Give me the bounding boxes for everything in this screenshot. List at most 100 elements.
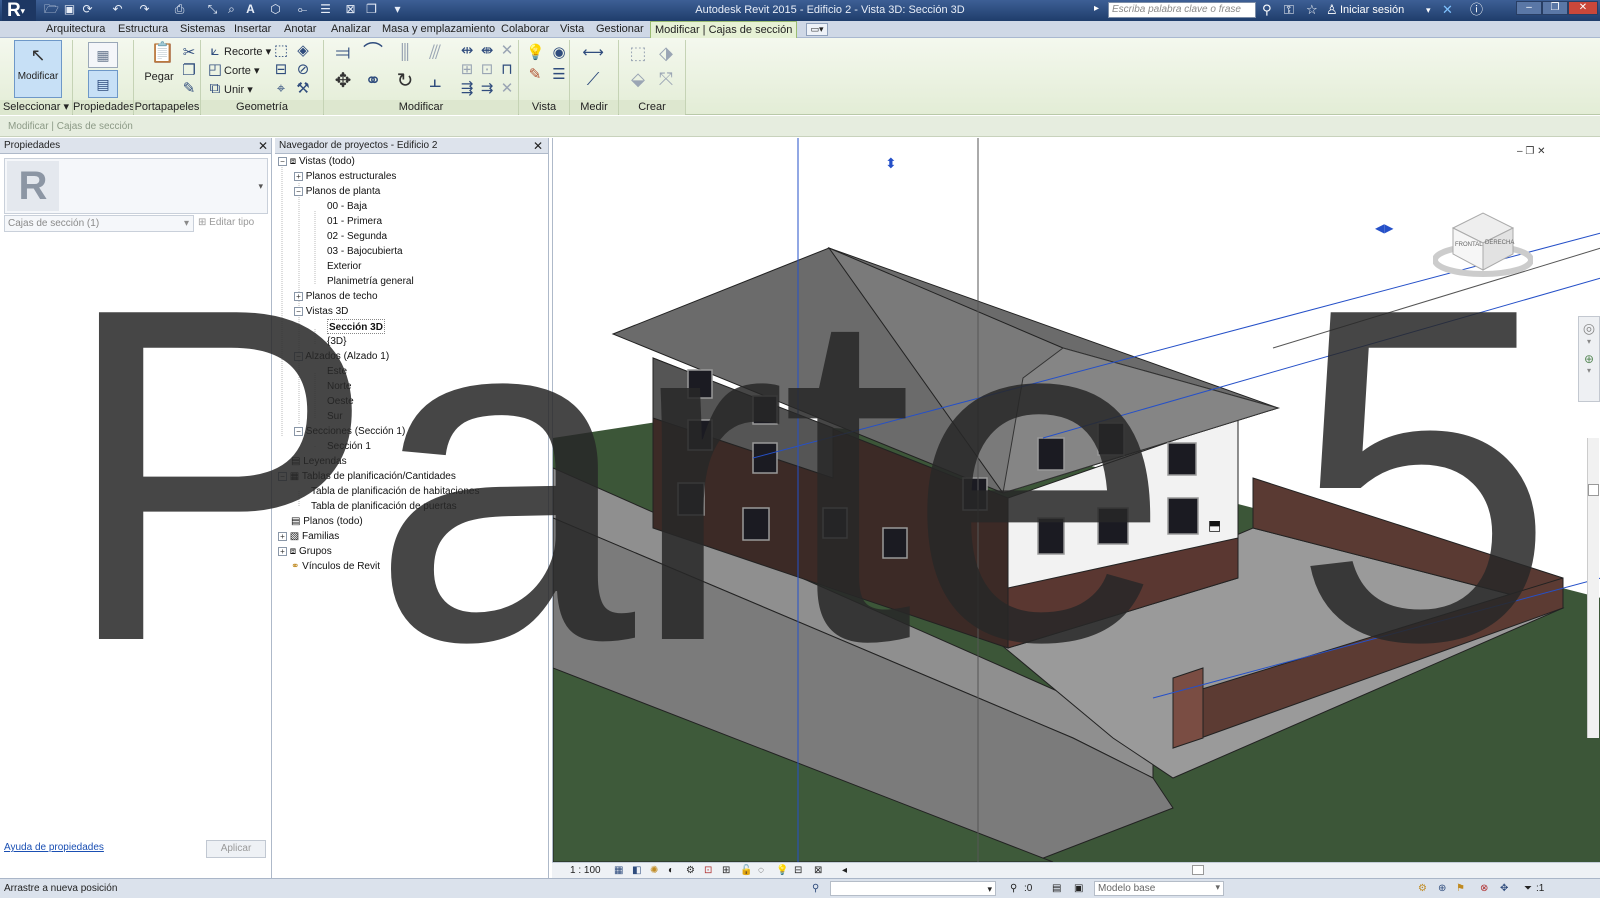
type-properties-icon[interactable]: ▦ xyxy=(88,42,118,68)
text-icon[interactable]: A xyxy=(243,2,258,17)
sync-icon[interactable]: ⟳ xyxy=(80,2,95,17)
lock-view-icon[interactable]: 🔓 xyxy=(740,863,752,878)
expand-icon[interactable]: + xyxy=(294,172,303,181)
close-icon[interactable]: ✕ xyxy=(531,138,545,154)
array-icon[interactable]: ⊞ xyxy=(458,61,476,79)
edit-profile-icon[interactable]: ⌖ xyxy=(272,80,290,98)
tab-anotar[interactable]: Anotar xyxy=(280,21,320,38)
tree-node-links[interactable]: ⚭ Vínculos de Revit xyxy=(291,559,380,574)
cut-geometry-button[interactable]: ◰ Corte ▾ xyxy=(206,61,260,78)
tree-node-ceiling[interactable]: + Planos de techo xyxy=(294,289,378,304)
qat-dropdown-icon[interactable]: ▾ xyxy=(390,2,405,17)
collapse-icon[interactable]: − xyxy=(278,472,287,481)
tree-node-structural[interactable]: + Planos estructurales xyxy=(294,169,396,184)
redo-icon[interactable]: ↷ xyxy=(137,2,152,17)
paint-icon[interactable]: ◈ xyxy=(294,42,312,60)
scroll-left-icon[interactable]: ◂ xyxy=(842,863,847,878)
tree-node-elevation[interactable]: Oeste xyxy=(327,394,354,409)
switch-windows-icon[interactable]: ❐ xyxy=(364,2,379,17)
create-assembly-icon[interactable]: ⬚ xyxy=(626,44,650,62)
subscription-icon[interactable]: ⚿ xyxy=(1284,2,1294,18)
ribbon-minimize-icon[interactable]: ▭▾ xyxy=(806,23,828,36)
type-selector[interactable]: Cajas de sección (1) ▾ xyxy=(4,215,194,232)
properties-icon[interactable]: ▤ xyxy=(88,70,118,98)
tree-node-floor-plans[interactable]: − Planos de planta xyxy=(294,184,380,199)
reveal-hidden-icon[interactable]: 💡 xyxy=(776,863,788,878)
tree-node-families[interactable]: + ▧ Familias xyxy=(278,529,339,544)
tree-node-sheets[interactable]: ▤ Planos (todo) xyxy=(291,514,363,529)
viewcube[interactable]: FRONTAL DERECHA xyxy=(1432,208,1534,278)
split-face-icon[interactable]: ⊟ xyxy=(272,61,290,79)
binoculars-icon[interactable]: ⚲ xyxy=(1262,2,1272,18)
cut-icon[interactable]: ✂ xyxy=(180,44,198,62)
rotate-icon[interactable]: ↻ xyxy=(394,71,416,91)
drag-elements-icon[interactable]: ✥ xyxy=(1500,879,1508,898)
search-input[interactable]: Escriba palabra clave o frase xyxy=(1108,2,1256,18)
delete-icon[interactable]: ✕ xyxy=(498,80,516,98)
tree-node-elevation[interactable]: Norte xyxy=(327,379,351,394)
analytical-model-icon[interactable]: ⊟ xyxy=(794,863,802,878)
star-icon[interactable]: ☆ xyxy=(1306,2,1318,18)
unpin-icon[interactable]: ⊓ xyxy=(498,61,516,79)
filter-icon[interactable]: ⏷ xyxy=(1524,879,1532,898)
mirror-axis-icon[interactable]: ⫼ xyxy=(394,43,416,63)
copy-element-icon[interactable]: ⚭ xyxy=(362,71,384,91)
select-underlay-icon[interactable]: ⊕ xyxy=(1438,879,1446,898)
chevron-down-icon[interactable]: ▾ xyxy=(1579,366,1599,375)
create-parts-icon[interactable]: ⬗ xyxy=(654,44,678,62)
design-options-icon[interactable]: ▤ xyxy=(1052,879,1061,898)
tree-node-groups[interactable]: + ⧈ Grupos xyxy=(278,544,332,559)
tree-node-sections[interactable]: − Secciones (Sección 1) xyxy=(294,424,405,439)
tab-arquitectura[interactable]: Arquitectura xyxy=(42,21,109,38)
detail-level-icon[interactable]: ▦ xyxy=(614,863,623,878)
thin-lines-icon[interactable]: ☰ xyxy=(318,2,333,17)
tree-node-plan[interactable]: Exterior xyxy=(327,259,361,274)
tree-node-views[interactable]: − ⧈ Vistas (todo) xyxy=(278,154,355,169)
tab-analizar[interactable]: Analizar xyxy=(327,21,375,38)
expand-icon[interactable]: + xyxy=(278,547,287,556)
horizontal-scroll-thumb[interactable] xyxy=(1192,865,1204,875)
edit-type-button[interactable]: ⊞ Editar tipo xyxy=(198,215,268,232)
undo-icon[interactable]: ↶ xyxy=(110,2,125,17)
shadows-icon[interactable]: ◐ xyxy=(668,863,674,878)
create-group-icon[interactable]: ⬙ xyxy=(626,70,650,88)
tab-insertar[interactable]: Insertar xyxy=(230,21,275,38)
section-icon[interactable]: ⟜ xyxy=(295,2,310,17)
tab-sistemas[interactable]: Sistemas xyxy=(176,21,229,38)
navigation-bar[interactable]: ◎ ▾ ⊕ ▾ xyxy=(1578,316,1600,402)
properties-help-link[interactable]: Ayuda de propiedades xyxy=(4,842,104,853)
match-props-icon[interactable]: ✎ xyxy=(180,80,198,98)
split-icon[interactable]: ⇹ xyxy=(458,42,476,60)
open-icon[interactable]: 🗁 xyxy=(44,2,59,17)
collapse-icon[interactable]: − xyxy=(294,427,303,436)
move-icon[interactable]: ✥ xyxy=(332,71,354,91)
tree-node-elevation[interactable]: Este xyxy=(327,364,347,379)
render-icon[interactable]: ⚙ xyxy=(686,863,695,878)
apply-button[interactable]: Aplicar xyxy=(206,840,266,858)
save-icon[interactable]: ▣ xyxy=(62,2,77,17)
tree-node-plan[interactable]: 03 - Bajocubierta xyxy=(327,244,403,259)
expand-icon[interactable]: + xyxy=(278,532,287,541)
tab-vista[interactable]: Vista xyxy=(556,21,588,38)
select-face-icon[interactable]: ⊗ xyxy=(1480,879,1488,898)
editing-requests-icon[interactable]: ⚲ xyxy=(1010,879,1017,898)
tab-gestionar[interactable]: Gestionar xyxy=(592,21,648,38)
wall-join-icon[interactable]: ⬚ xyxy=(272,42,290,60)
3d-viewport[interactable]: ⬍ ◀▶ ⬒ FRONTAL DERECHA – ❐ ✕ ◎ ▾ ⊕ ▾ xyxy=(552,138,1600,864)
create-similar-icon[interactable]: ⤧ xyxy=(654,70,678,88)
zoom-icon[interactable]: ⊕ xyxy=(1579,352,1599,366)
tree-node-3d-section-active[interactable]: Sección 3D xyxy=(327,319,385,334)
help-icon[interactable]: ⓘ xyxy=(1470,2,1483,18)
linework-icon[interactable]: ☰ xyxy=(550,66,568,84)
show-crop-icon[interactable]: ⊞ xyxy=(722,863,730,878)
tree-node-plan[interactable]: 01 - Primera xyxy=(327,214,382,229)
collapse-icon[interactable]: − xyxy=(294,307,303,316)
modify-button[interactable]: ↖ Modificar xyxy=(14,40,62,98)
tree-node-schedules[interactable]: − ▦ Tablas de planificación/Cantidades xyxy=(278,469,456,484)
demolish-icon[interactable]: ⊘ xyxy=(294,61,312,79)
tree-node-plan[interactable]: 00 - Baja xyxy=(327,199,367,214)
close-button[interactable]: ✕ xyxy=(1568,1,1598,15)
panel-seleccionar[interactable]: Seleccionar ▾ xyxy=(0,100,72,115)
tab-masa[interactable]: Masa y emplazamiento xyxy=(378,21,499,38)
tree-node-plan[interactable]: 02 - Segunda xyxy=(327,229,387,244)
